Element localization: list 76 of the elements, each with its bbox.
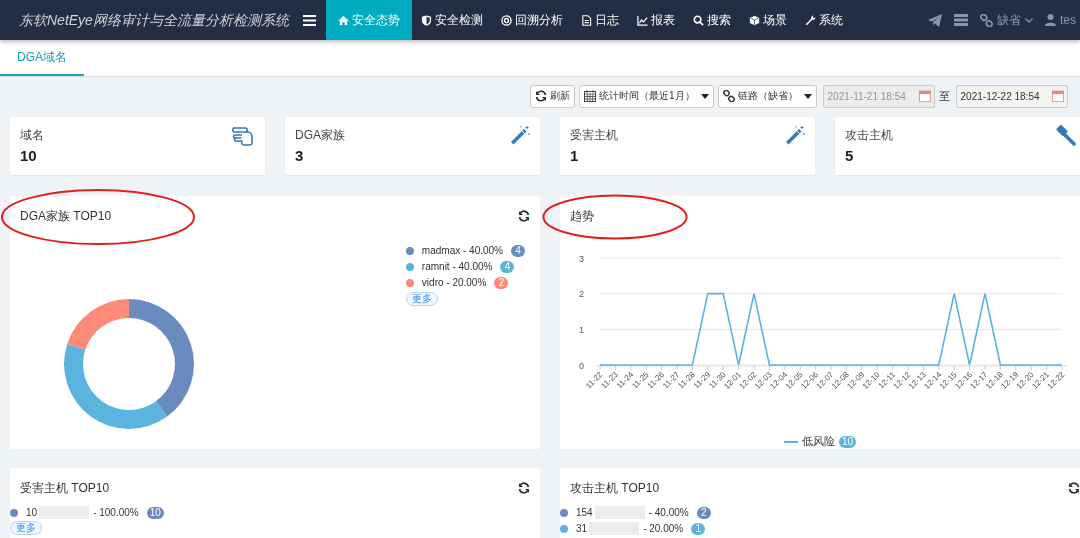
count-badge: 2 bbox=[696, 506, 711, 519]
nav-tab[interactable]: 回溯分析 bbox=[491, 0, 572, 40]
time-range-dropdown[interactable]: 统计时间（最近1月） bbox=[579, 84, 714, 108]
date-input[interactable]: 2021-12-22 18:54 bbox=[955, 84, 1068, 108]
link-icon bbox=[980, 13, 993, 27]
count-badge: 10 bbox=[146, 506, 164, 519]
count-badge: 4 bbox=[511, 244, 525, 257]
legend-label: 31 bbox=[576, 523, 588, 534]
legend-swatch bbox=[783, 440, 798, 443]
line-chart-icon bbox=[636, 14, 648, 26]
link-selector[interactable]: 缺省 bbox=[980, 11, 1033, 29]
legend-label: ramnit - 40.00% bbox=[421, 261, 493, 272]
legend-percent: - 40.00% bbox=[648, 507, 689, 518]
legend-label: 154 bbox=[576, 507, 593, 518]
panel-title: 受害主机 TOP10 bbox=[20, 479, 110, 497]
count-badge: 4 bbox=[500, 260, 515, 273]
legend-percent: - 20.00% bbox=[643, 523, 684, 534]
refresh-icon[interactable] bbox=[518, 210, 530, 222]
axis-tick-label: 3 bbox=[579, 253, 584, 264]
count-badge: 2 bbox=[494, 276, 509, 289]
user-menu[interactable]: tes bbox=[1045, 13, 1076, 27]
legend-label: vidro - 20.00% bbox=[421, 277, 487, 288]
user-icon bbox=[1045, 14, 1056, 26]
date-separator: 至 bbox=[938, 88, 950, 104]
shield-icon bbox=[420, 14, 432, 26]
refresh-button[interactable]: 刷新 bbox=[530, 84, 575, 108]
refresh-icon[interactable] bbox=[518, 482, 530, 494]
nav-tab[interactable]: 报表 bbox=[627, 0, 684, 40]
stat-label: 域名 bbox=[20, 127, 44, 144]
refresh-icon bbox=[535, 90, 547, 102]
link-icon bbox=[722, 90, 735, 102]
magic-wand-icon bbox=[510, 125, 530, 145]
panel-title: DGA家族 TOP10 bbox=[20, 207, 112, 225]
panel-title: 攻击主机 TOP10 bbox=[570, 479, 660, 497]
axis-tick-label: 2 bbox=[579, 289, 584, 300]
stat-value: 5 bbox=[845, 147, 855, 164]
search-icon bbox=[692, 14, 704, 26]
caret-icon bbox=[700, 93, 709, 99]
stat-value: 3 bbox=[295, 147, 305, 164]
caret-icon bbox=[803, 93, 812, 99]
nav-tab[interactable]: 场景 bbox=[739, 0, 796, 40]
stat-value: 1 bbox=[570, 147, 580, 164]
list-icon[interactable] bbox=[954, 14, 968, 26]
send-icon[interactable] bbox=[928, 13, 942, 27]
calendar-icon[interactable] bbox=[1051, 90, 1064, 102]
home-icon bbox=[337, 14, 349, 26]
calendar-icon bbox=[584, 90, 596, 102]
legend-percent: - 100.00% bbox=[93, 507, 139, 518]
nav-tab[interactable]: 安全检测 bbox=[411, 0, 492, 40]
panel-title: 趋势 bbox=[570, 207, 594, 225]
link-dropdown[interactable]: 链路（缺省） bbox=[717, 84, 817, 108]
nav-tab[interactable]: 系统 bbox=[795, 0, 852, 40]
stat-label: DGA家族 bbox=[295, 127, 345, 144]
caret-icon bbox=[1025, 17, 1033, 23]
nav-tab[interactable]: 日志 bbox=[571, 0, 628, 40]
nav-tab[interactable]: 搜索 bbox=[683, 0, 740, 40]
legend-label: madmax - 40.00% bbox=[421, 245, 503, 256]
document-icon bbox=[580, 14, 592, 26]
axis-tick-label: 0 bbox=[579, 360, 584, 371]
refresh-icon[interactable] bbox=[1068, 482, 1080, 494]
wrench-icon bbox=[804, 14, 816, 26]
stat-value: 10 bbox=[20, 147, 38, 164]
menu-icon[interactable] bbox=[302, 14, 316, 26]
count-badge: 10 bbox=[838, 435, 857, 448]
cube-icon bbox=[748, 14, 760, 26]
stat-label: 受害主机 bbox=[570, 127, 618, 144]
app-title: 东软NetEye网络审计与全流量分析检测系统 bbox=[19, 11, 289, 29]
legend-label: 10 bbox=[26, 507, 38, 518]
gavel-icon bbox=[1054, 125, 1076, 147]
hand-icon bbox=[231, 125, 255, 147]
stat-label: 攻击主机 bbox=[845, 127, 893, 144]
axis-tick-label: 1 bbox=[579, 324, 584, 335]
magic-wand-icon bbox=[785, 125, 805, 145]
target-icon bbox=[500, 14, 512, 26]
legend-label: 低风险 bbox=[801, 434, 835, 449]
count-badge: 1 bbox=[691, 522, 706, 535]
